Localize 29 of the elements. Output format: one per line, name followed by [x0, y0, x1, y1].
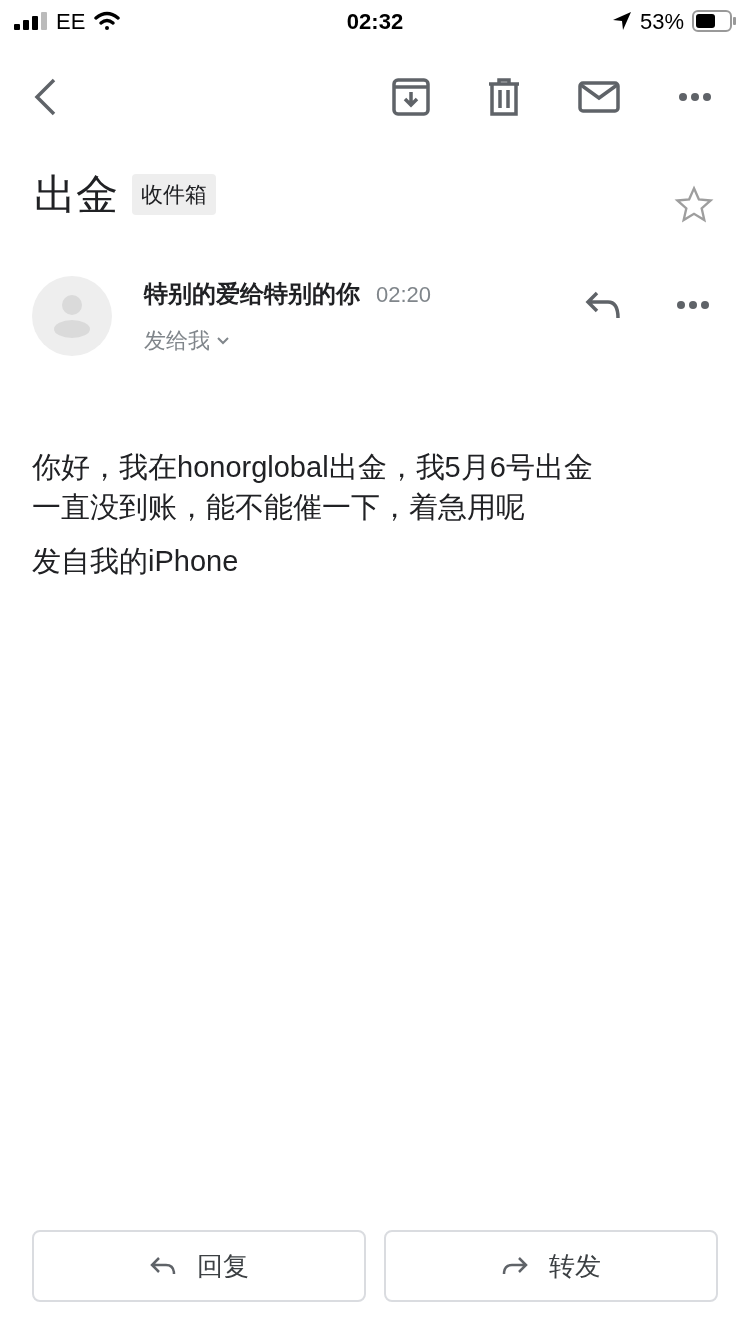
reply-icon[interactable] — [584, 290, 622, 320]
wifi-icon — [93, 11, 122, 31]
sender-name: 特别的爱给特别的你 — [144, 279, 360, 309]
mail-icon[interactable] — [578, 81, 620, 113]
reply-icon — [149, 1255, 177, 1277]
more-icon[interactable] — [678, 92, 712, 102]
carrier-name: EE — [56, 7, 86, 36]
star-icon[interactable] — [674, 185, 714, 225]
archive-icon[interactable] — [392, 78, 430, 116]
battery-percentage: 53% — [639, 7, 684, 36]
signal-icon — [14, 12, 48, 30]
message-body-line: 一直没到账，能不能催一下，着急用呢 — [32, 490, 526, 525]
reply-button[interactable]: 回复 — [32, 1230, 366, 1302]
trash-icon[interactable] — [488, 78, 520, 116]
inbox-label: 收件箱 — [132, 173, 216, 215]
back-icon — [32, 77, 58, 117]
email-signature: 发自我的iPhone — [32, 544, 240, 579]
message-time: 02:20 — [376, 281, 432, 309]
message-body-line: 你好，我在honorglobal出金，我5月6号出金 — [32, 450, 594, 485]
recipient-dropdown[interactable]: 发给我 — [144, 324, 432, 357]
battery-icon — [692, 10, 736, 32]
chevron-down-icon — [216, 335, 230, 346]
status-time: 02:32 — [346, 7, 404, 36]
email-subject: 出金 — [34, 169, 118, 220]
avatar-icon — [32, 276, 112, 356]
forward-icon — [501, 1255, 529, 1277]
location-icon — [611, 11, 632, 31]
forward-button[interactable]: 转发 — [384, 1230, 718, 1302]
more-icon[interactable] — [676, 300, 710, 310]
